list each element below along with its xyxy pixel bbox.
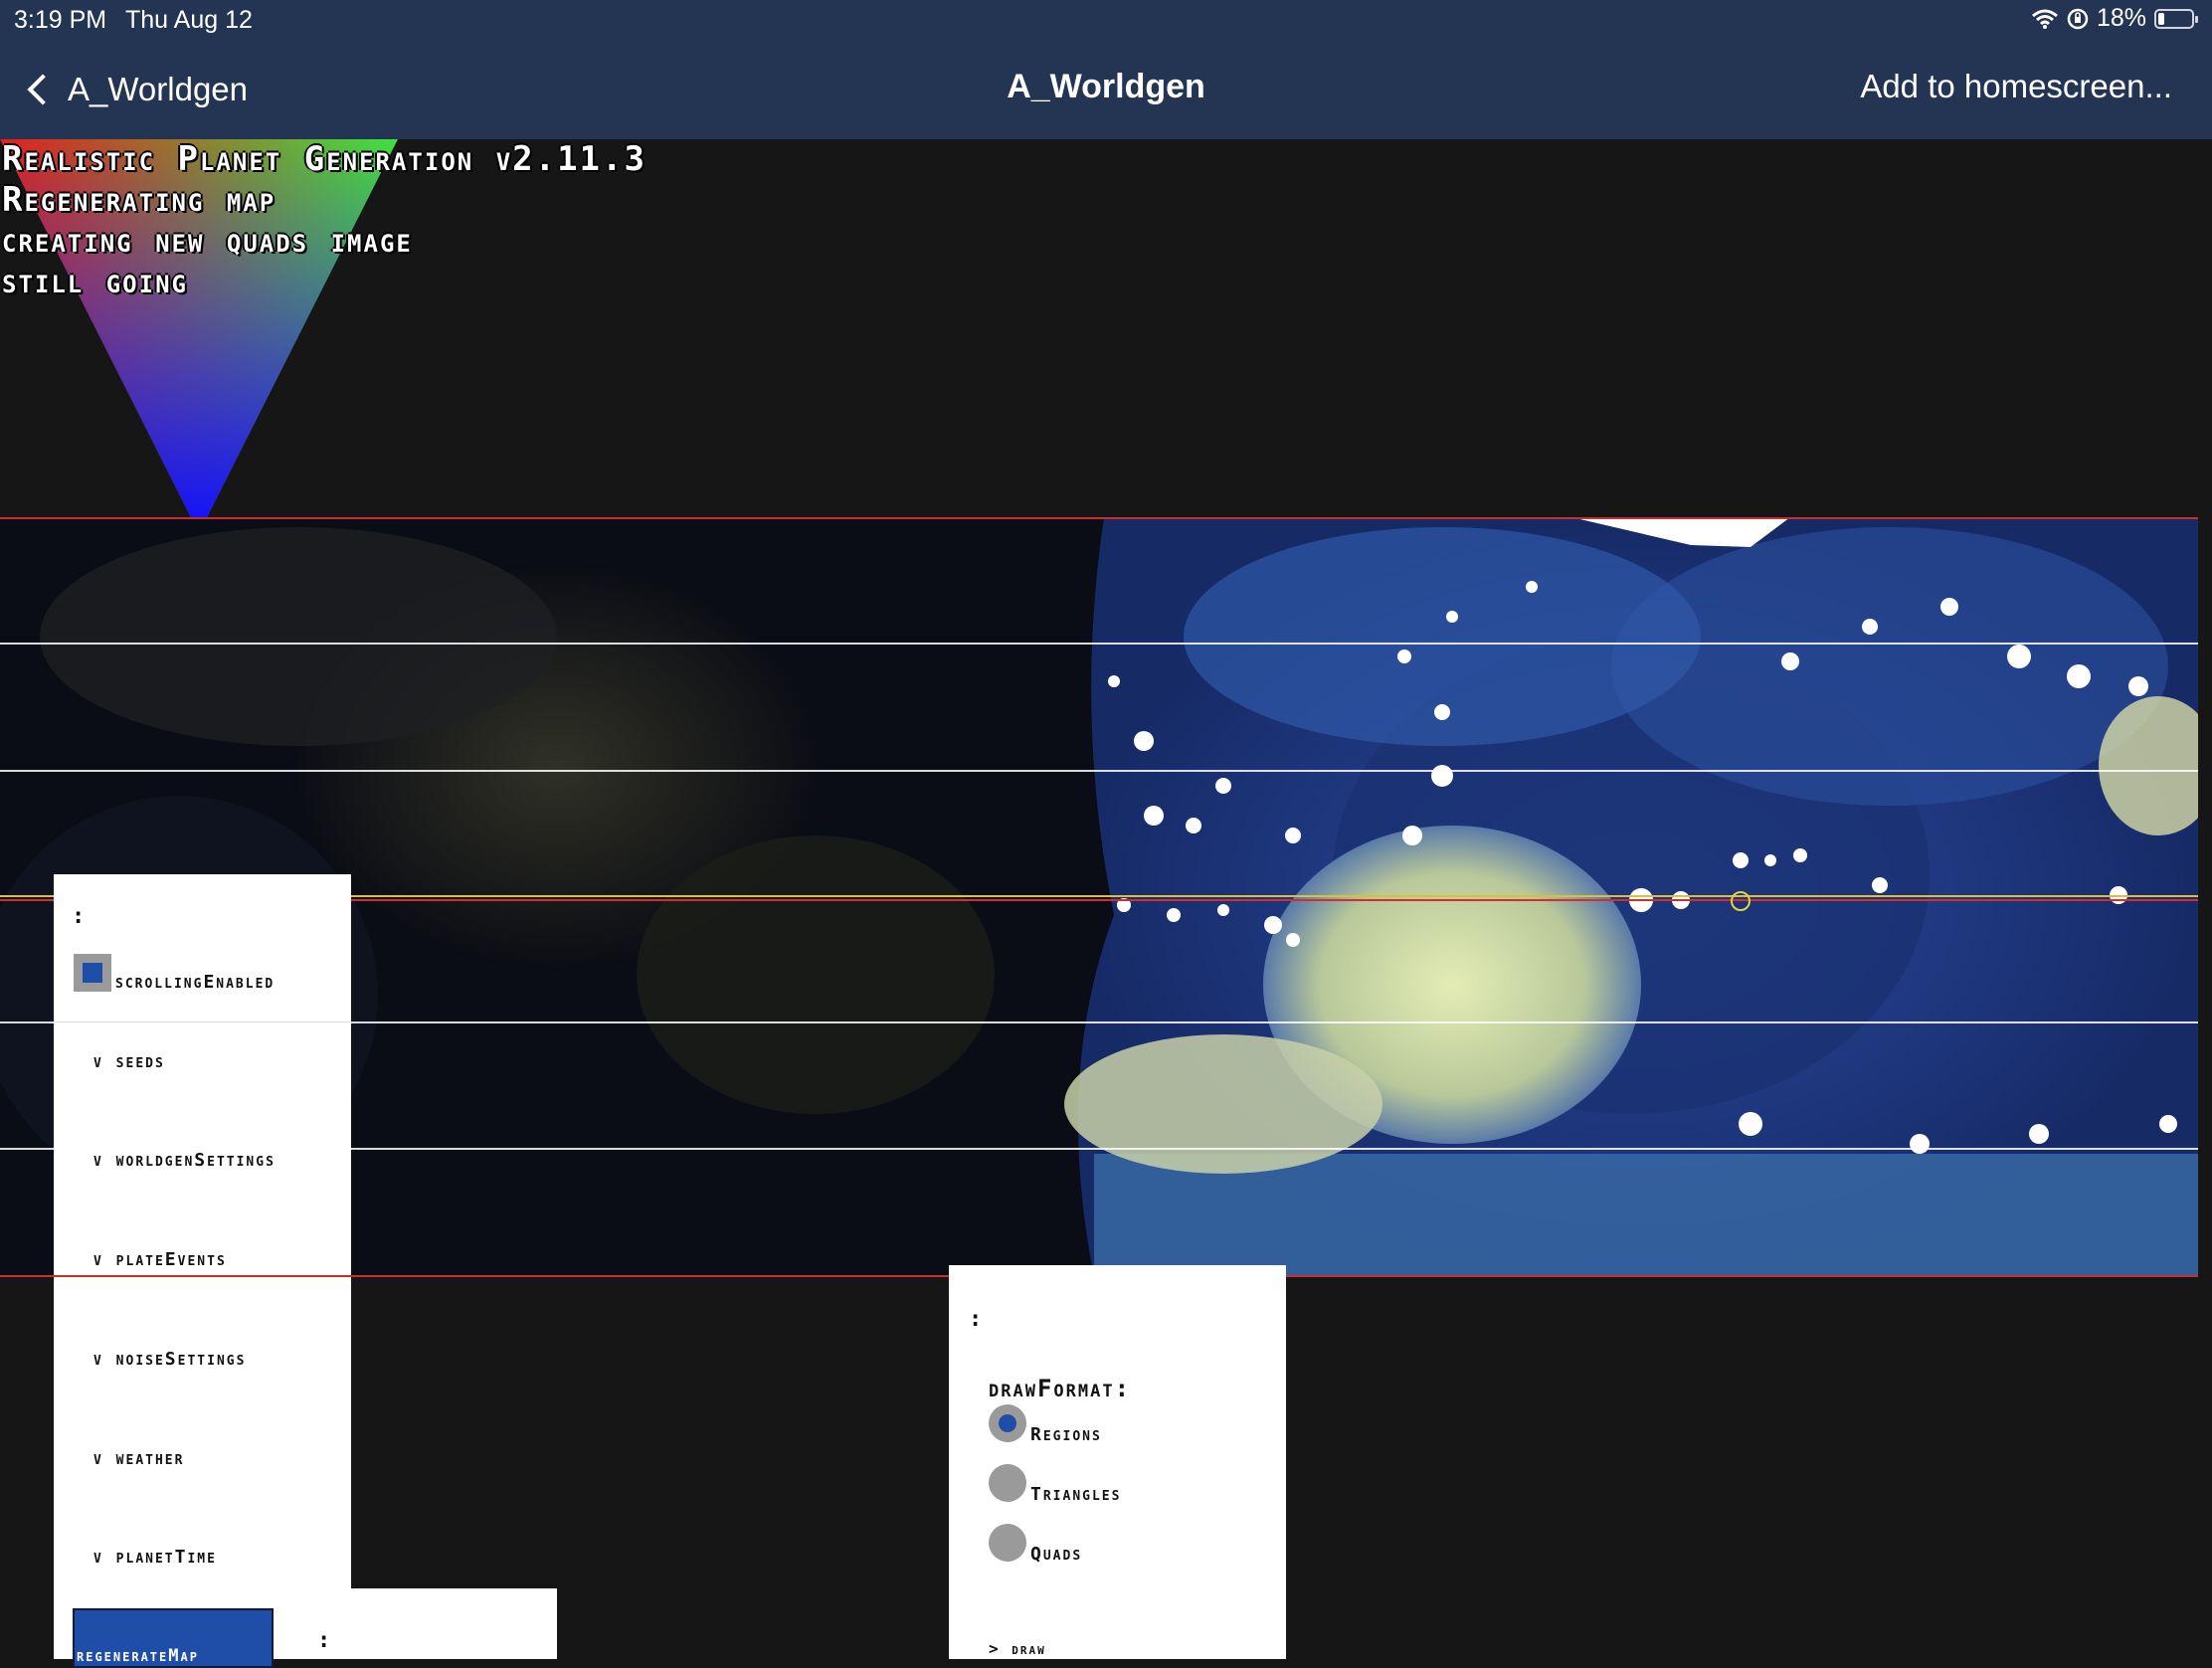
section-noise-settings[interactable]: v noiseSettings	[93, 1349, 246, 1370]
battery-percent: 18%	[2096, 4, 2146, 32]
log-line: creating new quads image	[2, 221, 413, 261]
draw-format-panel: : drawFormat: Regions Triangles Quads > …	[949, 1265, 1286, 1659]
section-worldgen-settings[interactable]: v worldgenSettings	[93, 1150, 276, 1171]
option-regions-label: Regions	[1030, 1424, 1102, 1445]
map-border-top	[0, 517, 2198, 519]
section-planet-time[interactable]: v planetTime	[93, 1547, 217, 1568]
map-border-overlay	[54, 1275, 351, 1277]
small-panel: :	[291, 1588, 557, 1659]
log-line: Realistic Planet Generation v2.11.3	[2, 139, 646, 179]
draw-section[interactable]: > draw	[989, 1639, 1046, 1658]
status-log: Realistic Planet Generation v2.11.3 Rege…	[2, 139, 646, 302]
back-label: A_Worldgen	[68, 71, 249, 107]
regenerate-map-label: regenerateMap	[77, 1646, 199, 1666]
status-date: Thu Aug 12	[125, 6, 253, 34]
section-plate-events[interactable]: v plateEvents	[93, 1249, 227, 1270]
wifi-icon	[2031, 9, 2058, 29]
panel-colon: :	[969, 1307, 983, 1332]
panel-colon: :	[72, 904, 86, 929]
log-line: still going	[2, 262, 188, 301]
status-time: 3:19 PM	[14, 6, 107, 34]
chevron-left-icon	[27, 74, 59, 105]
top-bar: 3:19 PM Thu Aug 12 18% A_Worldgen A_Worl…	[0, 0, 2212, 139]
settings-panel: : scrollingEnabled v seeds v worldgenSet…	[54, 874, 351, 1659]
section-seeds[interactable]: v seeds	[93, 1051, 165, 1072]
battery-icon	[2154, 8, 2198, 29]
back-button[interactable]: A_Worldgen	[24, 68, 248, 111]
option-triangles-label: Triangles	[1030, 1484, 1122, 1505]
divider	[54, 1021, 351, 1022]
draw-format-title: drawFormat:	[989, 1375, 1132, 1402]
radio-quads[interactable]	[989, 1524, 1026, 1562]
radio-regions[interactable]	[989, 1404, 1026, 1442]
regenerate-map-button[interactable]: regenerateMap	[73, 1608, 274, 1668]
log-line: Regenerating map	[2, 180, 276, 220]
orientation-lock-icon	[2067, 8, 2089, 29]
radio-triangles[interactable]	[989, 1464, 1026, 1502]
status-indicators: 18%	[2031, 4, 2198, 33]
scrolling-enabled-label: scrollingEnabled	[115, 972, 276, 993]
add-to-homescreen-button[interactable]: Add to homescreen...	[1860, 68, 2172, 105]
checkbox-fill	[83, 963, 102, 983]
section-weather[interactable]: v weather	[93, 1448, 184, 1469]
scrolling-enabled-checkbox[interactable]	[74, 954, 111, 992]
radio-selected-dot	[999, 1414, 1016, 1432]
option-quads-label: Quads	[1030, 1544, 1083, 1565]
panel-colon: :	[317, 1628, 331, 1653]
